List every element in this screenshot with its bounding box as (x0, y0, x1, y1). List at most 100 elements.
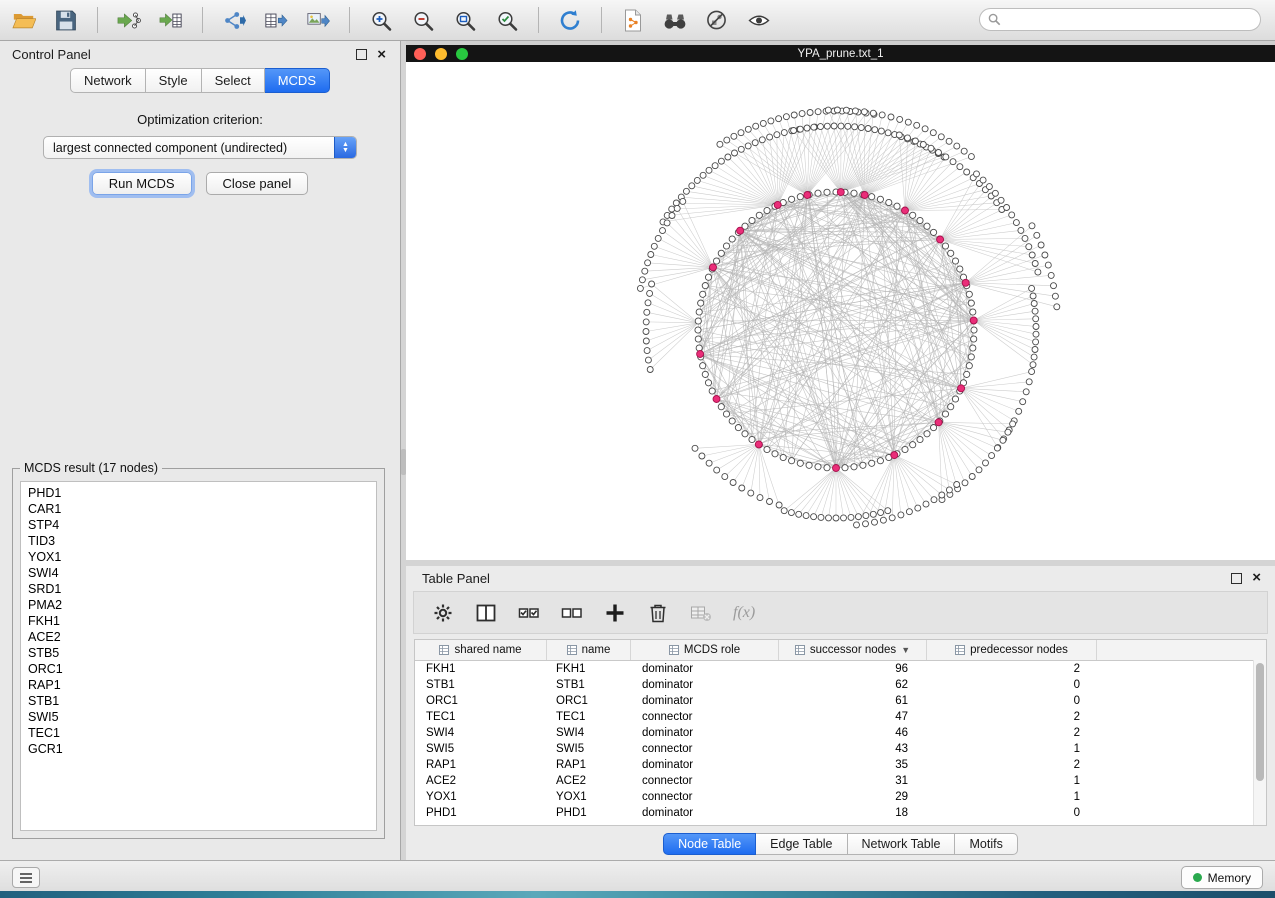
network-leaf-node[interactable] (739, 485, 745, 491)
network-leaf-node[interactable] (788, 510, 794, 516)
network-leaf-node[interactable] (799, 111, 805, 117)
network-leaf-node[interactable] (1009, 212, 1015, 218)
network-leaf-node[interactable] (858, 125, 864, 131)
tab-network[interactable]: Network (70, 68, 146, 93)
network-leaf-node[interactable] (824, 123, 830, 129)
network-leaf-node[interactable] (974, 171, 980, 177)
network-leaf-node[interactable] (1035, 269, 1041, 275)
network-leaf-node[interactable] (950, 159, 956, 165)
mcds-result-item[interactable]: ACE2 (28, 629, 376, 645)
network-leaf-node[interactable] (865, 126, 871, 132)
network-leaf-node[interactable] (760, 120, 766, 126)
network-leaf-node[interactable] (906, 509, 912, 515)
network-leaf-node[interactable] (1022, 235, 1028, 241)
network-leaf-node[interactable] (880, 517, 886, 523)
network-node[interactable] (942, 411, 948, 417)
network-leaf-node[interactable] (905, 119, 911, 125)
network-leaf-node[interactable] (825, 107, 831, 113)
network-dominator-node[interactable] (935, 419, 942, 426)
network-leaf-node[interactable] (912, 138, 918, 144)
mcds-result-item[interactable]: TID3 (28, 533, 376, 549)
table-row[interactable]: PHD1PHD1dominator180 (415, 805, 1266, 821)
network-dominator-node[interactable] (737, 227, 744, 234)
table-row[interactable]: YOX1YOX1connector291 (415, 789, 1266, 805)
column-header-predecessor-nodes[interactable]: predecessor nodes (927, 640, 1097, 660)
network-leaf-node[interactable] (712, 163, 718, 169)
network-window-titlebar[interactable]: YPA_prune.txt_1 (406, 45, 1275, 62)
network-leaf-node[interactable] (1000, 437, 1006, 443)
network-leaf-node[interactable] (791, 112, 797, 118)
tab-select[interactable]: Select (202, 68, 265, 93)
network-node[interactable] (968, 300, 974, 306)
network-leaf-node[interactable] (731, 133, 737, 139)
network-leaf-node[interactable] (898, 512, 904, 518)
network-leaf-node[interactable] (645, 300, 651, 306)
network-leaf-node[interactable] (1013, 220, 1019, 226)
network-leaf-node[interactable] (818, 124, 824, 130)
network-leaf-node[interactable] (1031, 301, 1037, 307)
network-node[interactable] (806, 462, 812, 468)
network-node[interactable] (797, 194, 803, 200)
network-leaf-node[interactable] (870, 110, 876, 116)
network-leaf-node[interactable] (939, 492, 945, 498)
network-leaf-node[interactable] (748, 490, 754, 496)
tab-mcds[interactable]: MCDS (265, 68, 330, 93)
network-dominator-node[interactable] (937, 236, 944, 243)
network-leaf-node[interactable] (643, 338, 649, 344)
network-node[interactable] (713, 258, 719, 264)
table-row[interactable]: TEC1TEC1connector472 (415, 709, 1266, 725)
network-node[interactable] (815, 464, 821, 470)
network-leaf-node[interactable] (863, 513, 869, 519)
network-leaf-node[interactable] (1031, 354, 1037, 360)
table-scrollbar[interactable] (1253, 660, 1266, 825)
network-leaf-node[interactable] (969, 474, 975, 480)
mcds-result-item[interactable]: STP4 (28, 517, 376, 533)
run-mcds-button[interactable]: Run MCDS (92, 172, 192, 195)
network-leaf-node[interactable] (957, 164, 963, 170)
network-leaf-node[interactable] (818, 514, 824, 520)
network-node[interactable] (705, 274, 711, 280)
columns-icon[interactable] (473, 600, 499, 626)
network-leaf-node[interactable] (833, 515, 839, 521)
network-leaf-node[interactable] (1054, 304, 1060, 310)
network-leaf-node[interactable] (692, 445, 698, 451)
open-file-icon[interactable] (8, 5, 40, 35)
network-leaf-node[interactable] (645, 357, 651, 363)
network-leaf-node[interactable] (976, 467, 982, 473)
network-dominator-node[interactable] (861, 192, 868, 199)
network-leaf-node[interactable] (1026, 244, 1032, 250)
network-node[interactable] (964, 371, 970, 377)
network-leaf-node[interactable] (915, 505, 921, 511)
network-node[interactable] (952, 396, 958, 402)
network-leaf-node[interactable] (706, 460, 712, 466)
network-node[interactable] (971, 327, 977, 333)
network-leaf-node[interactable] (1030, 362, 1036, 368)
network-leaf-node[interactable] (994, 445, 1000, 451)
network-node[interactable] (917, 217, 923, 223)
network-leaf-node[interactable] (718, 158, 724, 164)
network-leaf-node[interactable] (724, 137, 730, 143)
network-leaf-node[interactable] (753, 123, 759, 129)
mcds-result-item[interactable]: SWI4 (28, 565, 376, 581)
zoom-in-icon[interactable] (365, 5, 397, 35)
network-leaf-node[interactable] (1032, 347, 1038, 353)
network-leaf-node[interactable] (655, 235, 661, 241)
network-leaf-node[interactable] (843, 107, 849, 113)
binoculars-icon[interactable] (659, 5, 691, 35)
network-leaf-node[interactable] (683, 188, 689, 194)
network-dominator-node[interactable] (958, 385, 965, 392)
network-node[interactable] (749, 217, 755, 223)
network-node[interactable] (772, 451, 778, 457)
network-node[interactable] (718, 404, 724, 410)
network-leaf-node[interactable] (905, 135, 911, 141)
network-leaf-node[interactable] (992, 190, 998, 196)
network-node[interactable] (749, 436, 755, 442)
network-node[interactable] (902, 446, 908, 452)
network-leaf-node[interactable] (1033, 324, 1039, 330)
network-leaf-node[interactable] (807, 110, 813, 116)
network-node[interactable] (705, 380, 711, 386)
network-dominator-node[interactable] (697, 351, 704, 358)
table-row[interactable]: ORC1ORC1dominator610 (415, 693, 1266, 709)
network-node[interactable] (780, 454, 786, 460)
network-leaf-node[interactable] (797, 126, 803, 132)
